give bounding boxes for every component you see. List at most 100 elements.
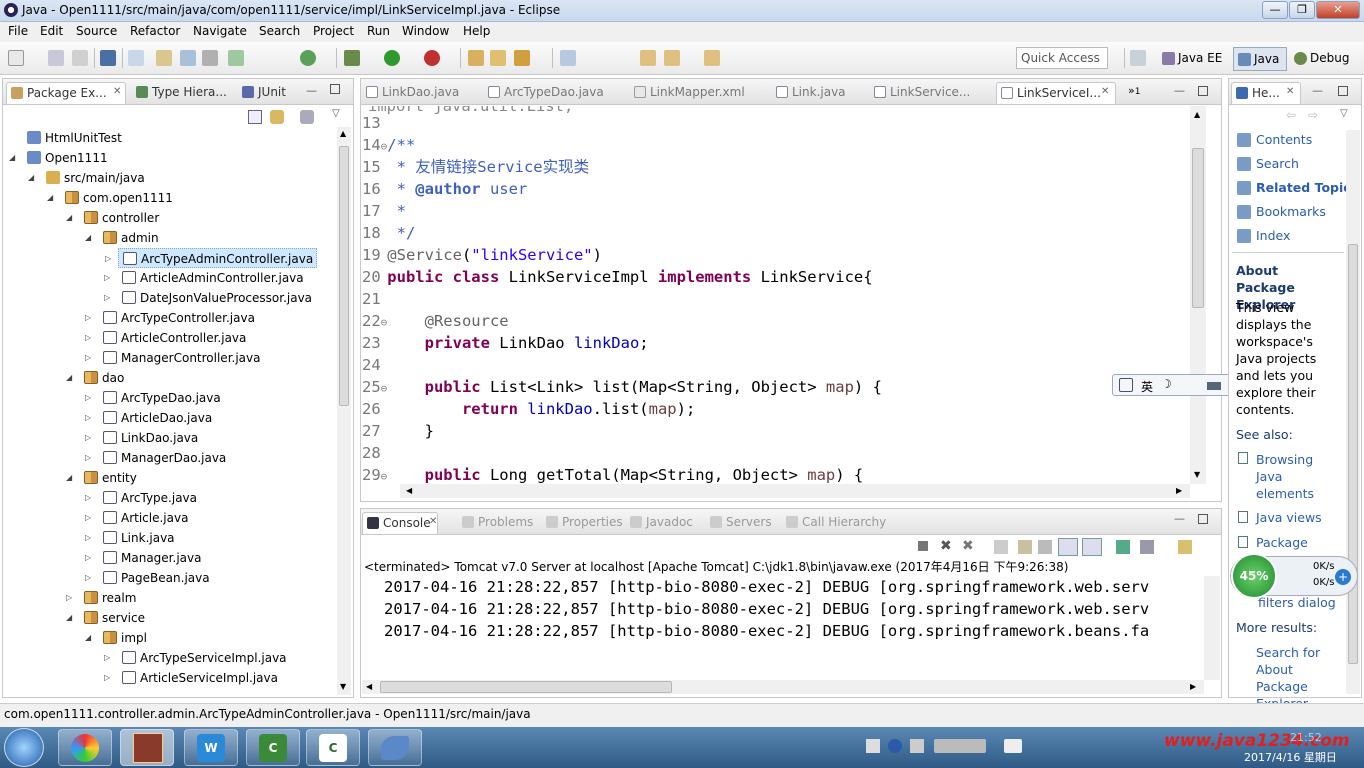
collapsed-icon[interactable]: ▷: [85, 388, 91, 408]
tree-item[interactable]: ▷ realm: [66, 588, 139, 608]
menu-project[interactable]: Project: [313, 24, 354, 38]
skip-breakpoints-icon[interactable]: [128, 50, 144, 66]
editor-tab[interactable]: Link.java: [772, 82, 866, 104]
taskbar-camtasia-2[interactable]: C: [306, 729, 360, 766]
maximize-help-icon[interactable]: [1338, 86, 1348, 96]
editor-scroll-left-icon[interactable]: ◀: [406, 486, 412, 495]
server-icon[interactable]: [202, 50, 218, 66]
editor-vscroll-thumb[interactable]: [1192, 148, 1204, 308]
remove-launch-icon[interactable]: ✖: [940, 538, 952, 554]
refresh-icon[interactable]: [300, 50, 316, 66]
expanded-icon[interactable]: ◢: [9, 148, 15, 168]
collapsed-icon[interactable]: ▷: [105, 249, 111, 269]
help-nav-search[interactable]: Search: [1236, 156, 1299, 171]
tree-item[interactable]: ▷ ArcTypeDao.java: [85, 388, 224, 408]
open-type-icon[interactable]: [468, 50, 484, 66]
tab-help[interactable]: He... ✕: [1231, 82, 1301, 104]
collapsed-icon[interactable]: ▷: [85, 408, 91, 428]
collapsed-icon[interactable]: ▷: [66, 588, 72, 608]
menu-help[interactable]: Help: [463, 24, 490, 38]
close-icon[interactable]: ✕: [1101, 86, 1109, 97]
clear-console-icon[interactable]: [994, 540, 1008, 554]
collapsed-icon[interactable]: ▷: [85, 528, 91, 548]
ime-mode-label[interactable]: 英: [1141, 378, 1153, 395]
expanded-icon[interactable]: ◢: [28, 168, 34, 188]
editor-hscrollbar[interactable]: [400, 484, 1190, 498]
console-scroll-left-icon[interactable]: ◀: [366, 682, 372, 691]
taskbar-eclipse[interactable]: [120, 729, 174, 766]
publish-icon[interactable]: [228, 50, 244, 66]
tree-item[interactable]: ▷ Article.java: [85, 508, 191, 528]
tree-scrollbar-thumb[interactable]: [339, 146, 349, 406]
minimize-editor-icon[interactable]: —: [1174, 84, 1185, 97]
close-icon[interactable]: ✕: [1286, 86, 1294, 97]
expanded-icon[interactable]: ◢: [47, 188, 53, 208]
perspective-java[interactable]: Java: [1233, 47, 1287, 71]
tray-progress-icon[interactable]: [934, 739, 986, 753]
collapsed-icon[interactable]: ▷: [85, 308, 91, 328]
start-button[interactable]: [4, 728, 44, 767]
console-scroll-right-icon[interactable]: ▶: [1190, 682, 1196, 691]
code-area[interactable]: import java.util.List; 13 14⊖/** 15 * 友情链…: [362, 106, 1188, 484]
expanded-icon[interactable]: ◢: [66, 608, 72, 628]
view-menu-chevron-icon[interactable]: ▽: [332, 108, 340, 119]
scroll-up-icon[interactable]: ▲: [340, 129, 346, 138]
collapsed-icon[interactable]: ▷: [85, 428, 91, 448]
tab-type-hierarchy[interactable]: Type Hiera...: [132, 82, 232, 104]
console-tab[interactable]: Javadoc: [626, 512, 702, 534]
editor-scroll-up-icon[interactable]: ▲: [1194, 110, 1200, 119]
new-icon[interactable]: [8, 50, 24, 66]
expanded-icon[interactable]: ◢: [85, 628, 91, 648]
collapsed-icon[interactable]: ▷: [85, 568, 91, 588]
help-search-link[interactable]: Search for About Package Explorer: [1236, 644, 1338, 712]
open-console-icon[interactable]: [1178, 540, 1192, 554]
ime-moon-icon[interactable]: ☽: [1161, 377, 1172, 391]
maximize-view-icon[interactable]: [330, 84, 340, 94]
collapsed-icon[interactable]: ▷: [85, 508, 91, 528]
perspective-java-ee[interactable]: Java EE: [1158, 47, 1228, 71]
tree-item[interactable]: ▷ LinkDao.java: [85, 428, 201, 448]
help-nav-contents[interactable]: Contents: [1236, 132, 1312, 147]
display-console-icon[interactable]: [1140, 540, 1154, 554]
tree-item[interactable]: ◢ admin: [85, 228, 162, 248]
terminate-icon[interactable]: [918, 541, 928, 551]
close-button[interactable]: ✕: [1316, 1, 1360, 19]
editor-scroll-right-icon[interactable]: ▶: [1176, 486, 1182, 495]
word-wrap-icon[interactable]: [1038, 540, 1052, 554]
show-stderr-icon[interactable]: [1082, 538, 1102, 556]
tray-help-icon[interactable]: [888, 739, 902, 753]
tree-item[interactable]: ◢ entity: [66, 468, 140, 488]
editor-tab[interactable]: LinkService...: [870, 82, 992, 104]
maximize-button[interactable]: ❐: [1289, 1, 1315, 19]
back-icon[interactable]: [664, 50, 680, 66]
toggle-icon[interactable]: [180, 50, 196, 66]
menu-search[interactable]: Search: [259, 24, 300, 38]
expanded-icon[interactable]: ◢: [66, 368, 72, 388]
tree-item[interactable]: ▷ ArcTypeController.java: [85, 308, 258, 328]
editor-tab[interactable]: LinkDao.java: [362, 82, 480, 104]
help-link-package[interactable]: Package: [1256, 535, 1308, 550]
editor-tab[interactable]: LinkMapper.xml: [630, 82, 768, 104]
close-icon[interactable]: ✕: [113, 86, 121, 97]
taskbar-app-w[interactable]: W: [184, 729, 238, 766]
tree-item[interactable]: HtmlUnitTest: [23, 128, 125, 148]
expanded-icon[interactable]: ◢: [85, 228, 91, 248]
accelerate-icon[interactable]: +: [1335, 569, 1351, 585]
menu-navigate[interactable]: Navigate: [193, 24, 247, 38]
open-task-icon[interactable]: [490, 50, 506, 66]
tab-package-explorer[interactable]: Package Ex... ✕: [6, 82, 126, 104]
menu-source[interactable]: Source: [76, 24, 117, 38]
pin-console-icon[interactable]: [1116, 540, 1130, 554]
tree-item[interactable]: ▷ ArticleController.java: [85, 328, 249, 348]
open-perspective-icon[interactable]: [1130, 50, 1146, 66]
help-menu-icon[interactable]: ▽: [1340, 108, 1348, 119]
tree-item[interactable]: ▷ ArticleServiceImpl.java: [104, 668, 281, 688]
terminal-icon[interactable]: [100, 50, 116, 66]
collapsed-icon[interactable]: ▷: [85, 328, 91, 348]
tab-overflow-icon[interactable]: »1: [1128, 84, 1140, 97]
collapsed-icon[interactable]: ▷: [85, 348, 91, 368]
collapsed-icon[interactable]: ▷: [104, 268, 110, 288]
collapsed-icon[interactable]: ▷: [104, 668, 110, 688]
console-tab[interactable]: Console ✕: [362, 512, 438, 534]
help-back-icon[interactable]: ⇦: [1286, 108, 1296, 122]
